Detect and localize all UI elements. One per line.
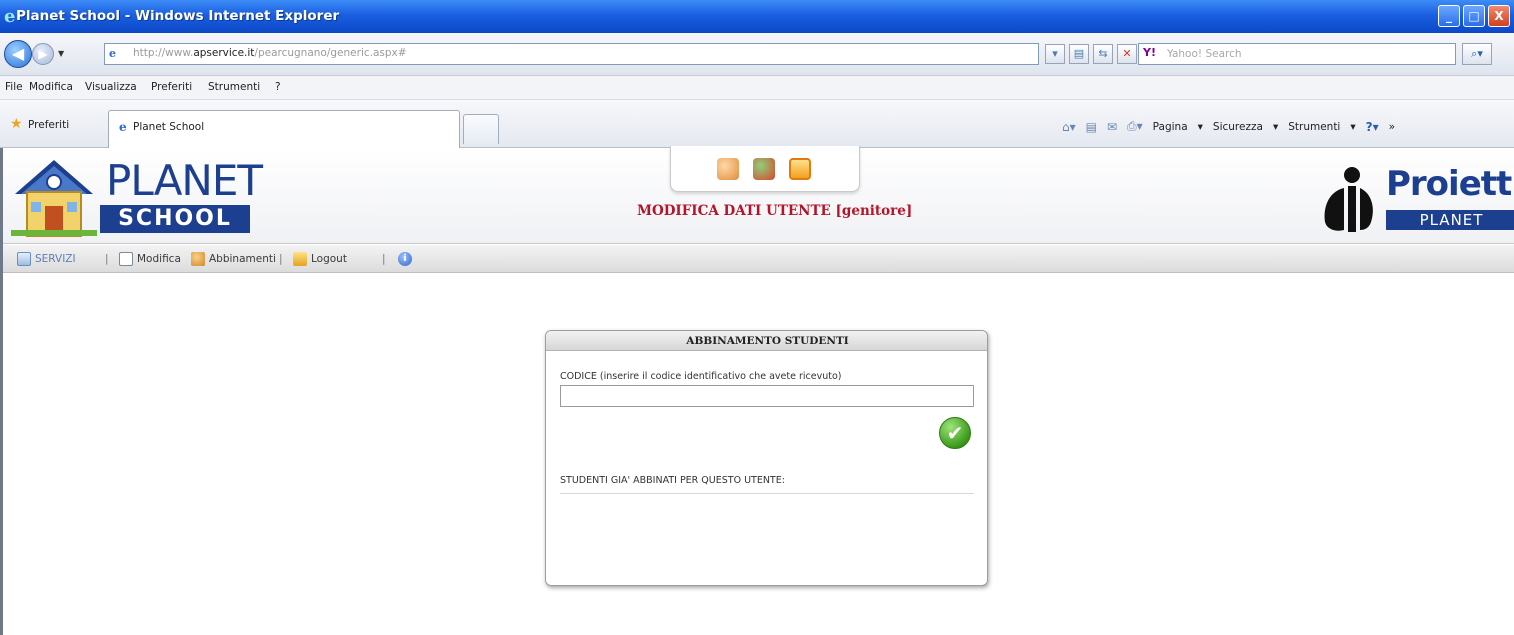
school-house-logo-icon <box>11 160 97 237</box>
tab-planet-school[interactable]: e Planet School <box>108 110 460 148</box>
panel-title: ABBINAMENTO STUDENTI <box>546 331 987 351</box>
maximize-button[interactable]: □ <box>1463 5 1485 27</box>
address-bar: ◀ ▶ ▼ e http://www.apservice.it/pearcugn… <box>0 33 1514 76</box>
window-controls: _ □ X <box>1438 5 1510 27</box>
search-input[interactable]: Y! Yahoo! Search <box>1138 43 1456 65</box>
address-bar-actions: ▾ ▤ ⇆ ✕ <box>1045 44 1137 64</box>
services-button[interactable]: SERVIZI <box>17 252 76 266</box>
page-favicon-icon: e <box>109 47 116 60</box>
url-dropdown-icon[interactable]: ▾ <box>1045 44 1065 64</box>
command-strumenti[interactable]: Strumenti <box>1288 121 1340 133</box>
links-label: Abbinamenti <box>209 253 276 265</box>
users-icon[interactable] <box>717 158 739 180</box>
network-icon[interactable] <box>753 158 775 180</box>
brand-name: Proietti <box>1386 164 1514 204</box>
back-button[interactable]: ◀ <box>4 40 32 68</box>
toolbar-separator: | <box>105 253 109 265</box>
read-mail-icon[interactable]: ✉ <box>1107 120 1117 134</box>
close-button[interactable]: X <box>1488 5 1510 27</box>
code-field-label: CODICE (inserire il codice identificativ… <box>560 371 842 382</box>
page-title: MODIFICA DATI UTENTE [genitore] <box>637 203 913 219</box>
tab-favicon-icon: e <box>119 120 127 134</box>
menu-visualizza[interactable]: Visualizza <box>85 81 137 93</box>
folder-icon[interactable] <box>789 158 811 180</box>
tab-label: Planet School <box>133 121 205 133</box>
url-input[interactable]: e http://www.apservice.it/pearcugnano/ge… <box>104 43 1039 65</box>
logo-school-text: SCHOOL <box>100 205 250 233</box>
home-icon[interactable]: ⌂▾ <box>1062 120 1076 134</box>
feeds-icon[interactable]: ▤ <box>1086 120 1097 134</box>
info-button[interactable]: i <box>398 252 412 266</box>
chevron-down-icon: ▾ <box>1350 120 1356 133</box>
window-title: Planet School - Windows Internet Explore… <box>16 8 340 24</box>
users-link-icon <box>191 252 205 266</box>
command-sicurezza[interactable]: Sicurezza <box>1213 121 1263 133</box>
chevron-down-icon: ▾ <box>1197 120 1203 133</box>
brand-subtitle: PLANET <box>1386 210 1514 230</box>
menu-modifica[interactable]: Modifica <box>29 81 73 93</box>
yahoo-logo-icon: Y! <box>1143 46 1156 59</box>
refresh-icon[interactable]: ⇆ <box>1093 44 1113 64</box>
info-icon: i <box>398 252 412 266</box>
app-toolbar: SERVIZI | Modifica Abbinamenti | Logout … <box>3 245 1514 273</box>
search-placeholder: Yahoo! Search <box>1167 48 1242 60</box>
help-icon[interactable]: ?▾ <box>1366 120 1379 134</box>
code-input[interactable] <box>560 385 974 407</box>
stop-icon[interactable]: ✕ <box>1117 44 1137 64</box>
favorites-button[interactable]: Preferiti <box>28 119 69 131</box>
new-tab-button[interactable] <box>463 114 499 144</box>
menu-strumenti[interactable]: Strumenti <box>208 81 260 93</box>
links-button[interactable]: Abbinamenti <box>191 252 276 266</box>
toolbar-separator: | <box>279 253 283 265</box>
proietti-logo-icon <box>1324 167 1373 232</box>
favorites-bar: ★ Preferiti e Planet School ⌂▾ ▤ ✉ ⎙▾ Pa… <box>0 100 1514 148</box>
command-bar: ⌂▾ ▤ ✉ ⎙▾ Pagina ▾ Sicurezza ▾ Strumenti ▾ … <box>1062 119 1395 134</box>
menu-bar: File Modifica Visualizza Preferiti Strum… <box>0 76 1514 100</box>
menu-preferiti[interactable]: Preferiti <box>151 81 192 93</box>
web-page: PLANET SCHOOL MODIFICA DATI UTENTE [geni… <box>0 146 1514 635</box>
lock-icon <box>293 252 307 266</box>
edit-label: Modifica <box>137 253 181 265</box>
student-linking-panel: ABBINAMENTO STUDENTI CODICE (inserire il… <box>545 330 988 586</box>
forward-button[interactable]: ▶ <box>32 43 54 65</box>
page-header: PLANET SCHOOL MODIFICA DATI UTENTE [geni… <box>3 146 1514 244</box>
menu-file[interactable]: File <box>5 81 23 93</box>
edit-document-icon <box>119 252 133 266</box>
search-button[interactable]: ⌕▾ <box>1462 43 1492 65</box>
menu-help[interactable]: ? <box>275 81 281 93</box>
logout-label: Logout <box>311 253 347 265</box>
linked-students-label: STUDENTI GIA' ABBINATI PER QUESTO UTENTE… <box>560 475 785 486</box>
history-dropdown-icon[interactable]: ▼ <box>58 49 64 58</box>
services-icon <box>17 252 31 266</box>
favorites-star-icon[interactable]: ★ <box>10 116 23 132</box>
services-label: SERVIZI <box>35 253 76 265</box>
print-icon[interactable]: ⎙▾ <box>1127 119 1143 134</box>
url-text: http://www.apservice.it/pearcugnano/gene… <box>133 47 407 59</box>
linked-students-divider <box>560 493 974 494</box>
edit-button[interactable]: Modifica <box>119 252 181 266</box>
logo-planet-text: PLANET <box>106 156 263 205</box>
more-commands-icon[interactable]: » <box>1389 121 1395 133</box>
quick-icons-tray <box>670 146 860 192</box>
command-pagina[interactable]: Pagina <box>1153 121 1188 133</box>
compatibility-view-icon[interactable]: ▤ <box>1069 44 1089 64</box>
chevron-down-icon: ▾ <box>1272 120 1279 133</box>
window-title-bar[interactable]: e Planet School - Windows Internet Explo… <box>0 0 1514 33</box>
logout-button[interactable]: Logout <box>293 252 347 266</box>
confirm-checkmark-button[interactable]: ✔ <box>939 417 971 449</box>
toolbar-separator: | <box>382 253 386 265</box>
minimize-button[interactable]: _ <box>1438 5 1460 27</box>
